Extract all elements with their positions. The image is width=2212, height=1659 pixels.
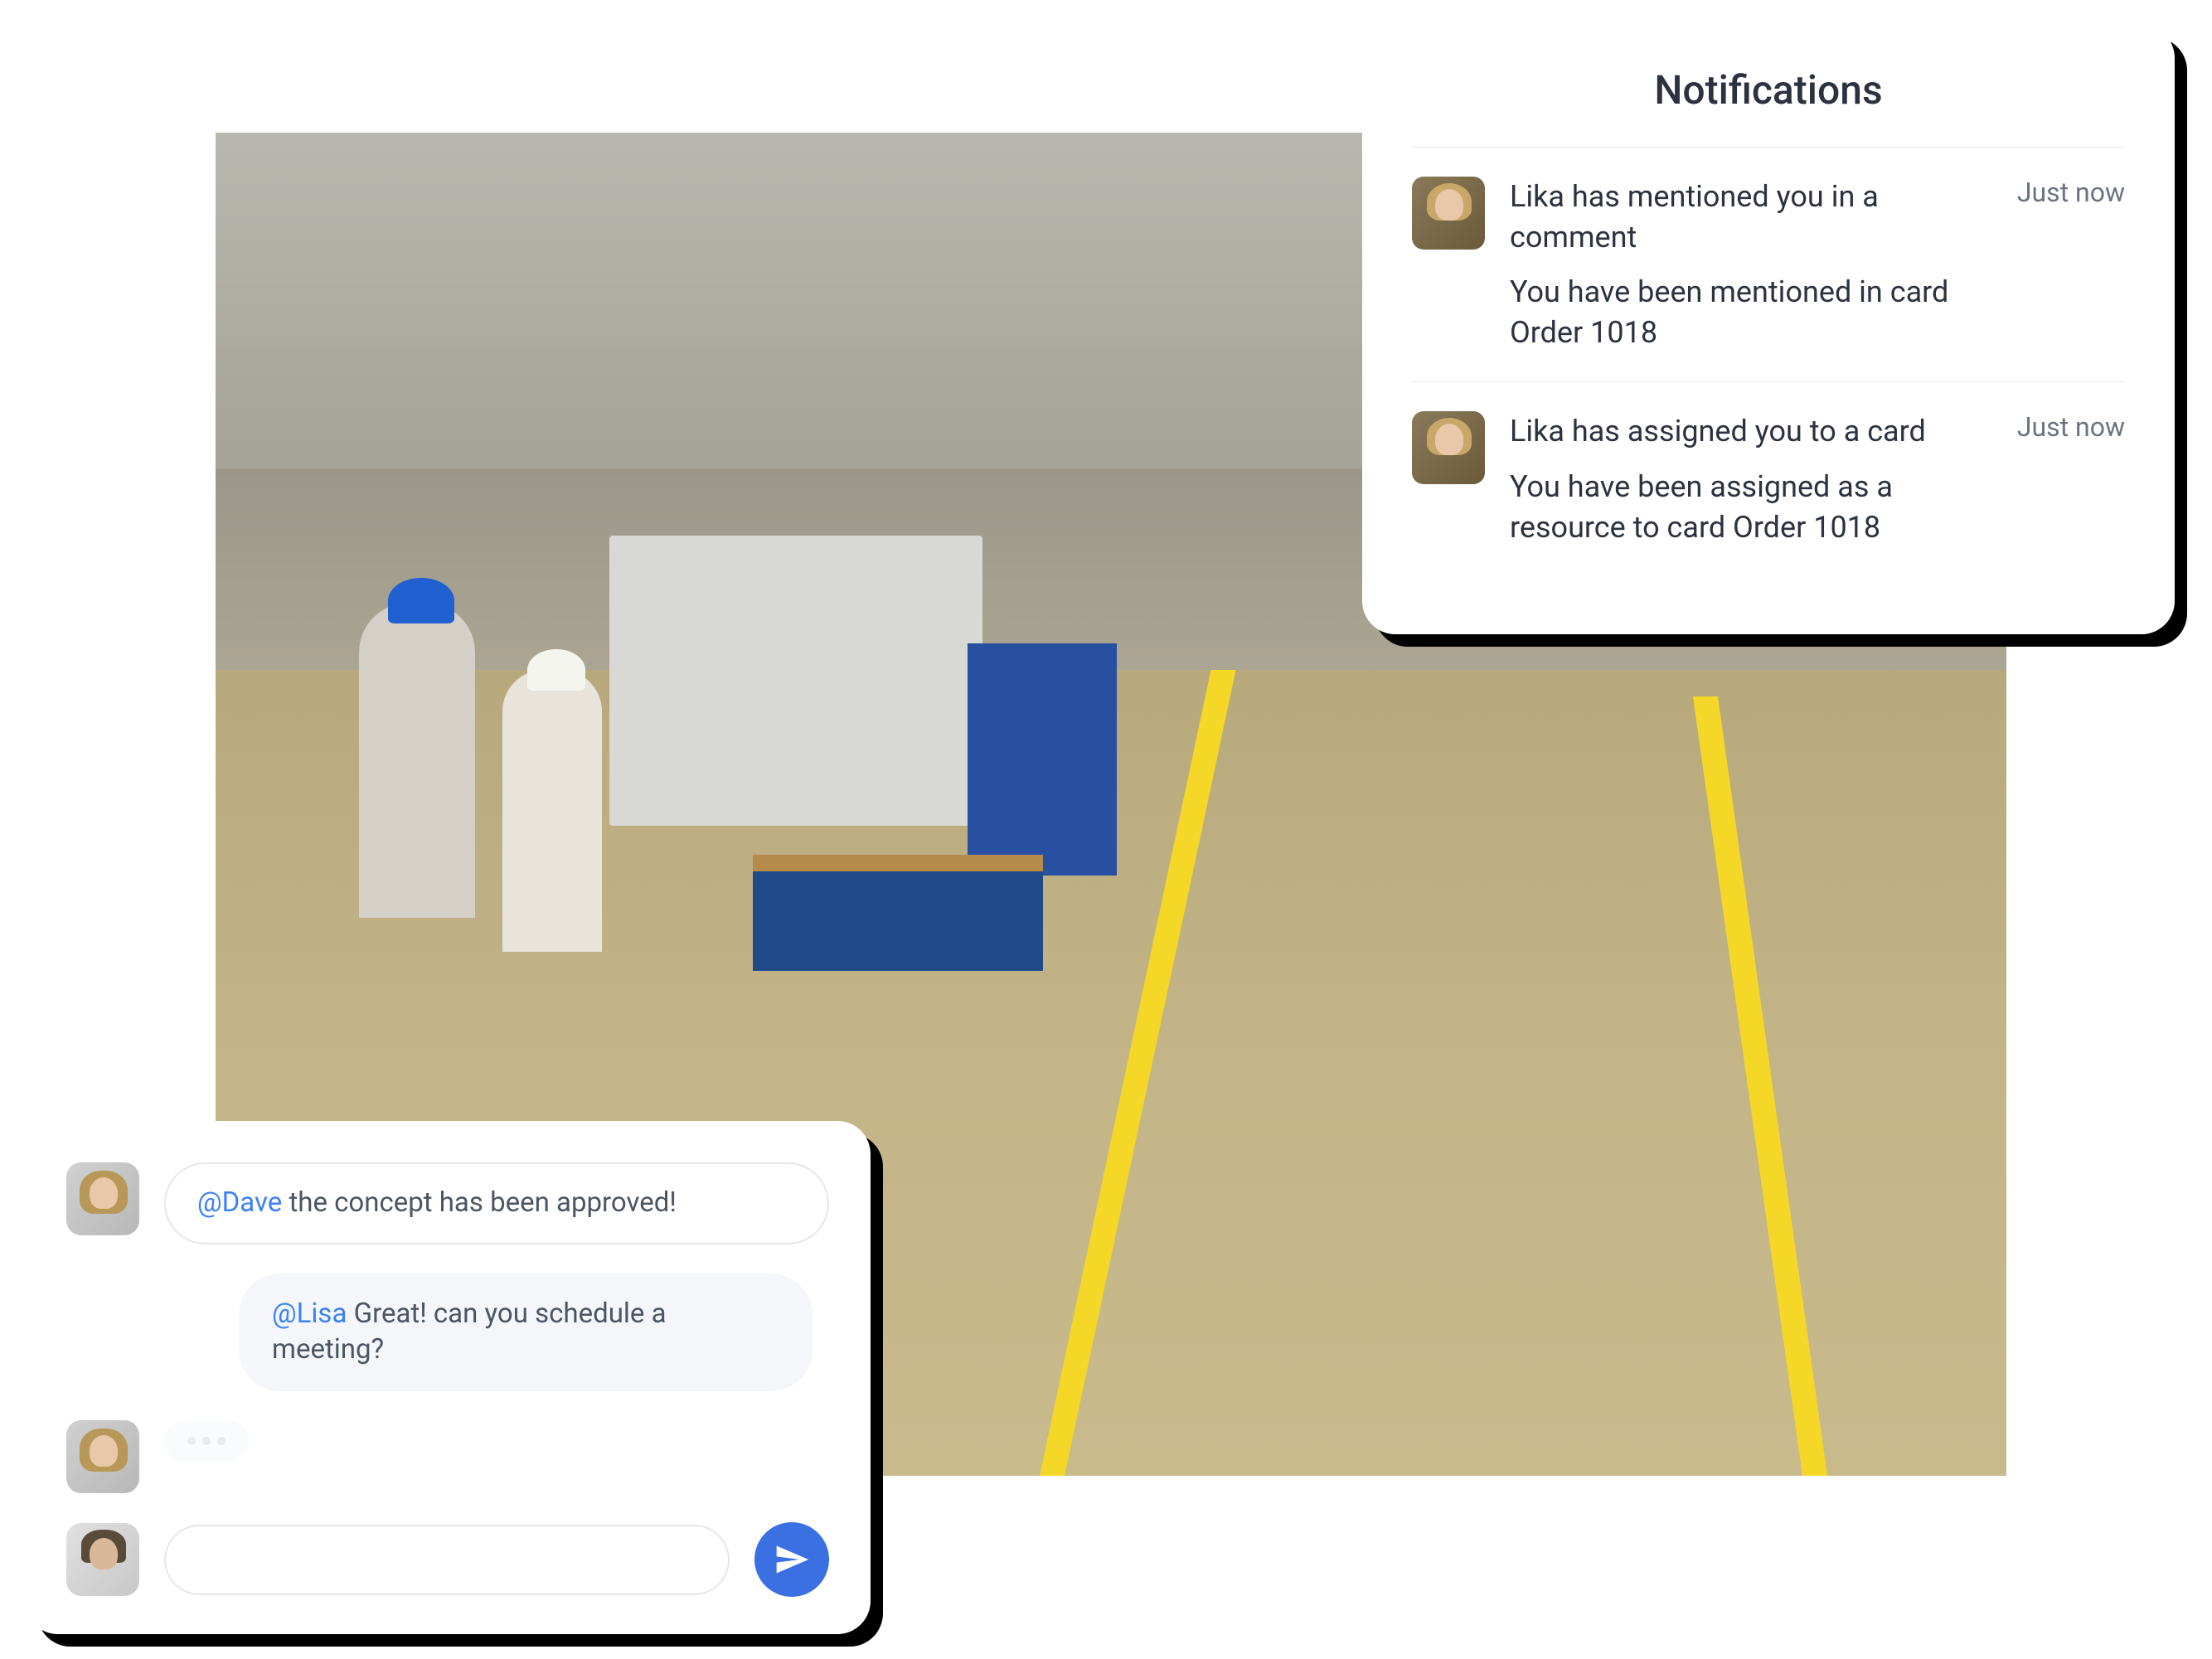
notification-time: Just now bbox=[2017, 177, 2125, 208]
typing-indicator bbox=[164, 1420, 249, 1462]
chat-typing-row bbox=[66, 1420, 829, 1493]
chat-bubble[interactable]: @Dave the concept has been approved! bbox=[164, 1162, 829, 1244]
notifications-panel: Notifications Lika has mentioned you in … bbox=[1362, 25, 2175, 634]
notification-body: You have been mentioned in card Order 10… bbox=[1510, 272, 2125, 352]
send-icon bbox=[774, 1541, 810, 1578]
chat-input-row bbox=[66, 1522, 829, 1597]
notification-item[interactable]: Lika has mentioned you in a comment Just… bbox=[1412, 148, 2125, 381]
send-button[interactable] bbox=[754, 1522, 829, 1597]
avatar bbox=[1412, 411, 1485, 484]
notification-time: Just now bbox=[2017, 411, 2125, 443]
chat-bubble-reply[interactable]: @Lisa Great! can you schedule a meeting? bbox=[239, 1273, 813, 1391]
factory-machinery bbox=[609, 536, 982, 826]
chat-input[interactable] bbox=[164, 1525, 730, 1595]
worker-white-helmet bbox=[502, 670, 602, 952]
notification-content: Lika has assigned you to a card Just now… bbox=[1510, 411, 2125, 547]
chat-message-row: @Lisa Great! can you schedule a meeting? bbox=[66, 1273, 829, 1391]
message-text: the concept has been approved! bbox=[282, 1186, 677, 1219]
notification-item[interactable]: Lika has assigned you to a card Just now… bbox=[1412, 382, 2125, 576]
notification-content: Lika has mentioned you in a comment Just… bbox=[1510, 177, 2125, 352]
avatar bbox=[1412, 177, 1485, 250]
avatar bbox=[66, 1523, 139, 1596]
mention[interactable]: @Dave bbox=[197, 1186, 282, 1219]
notification-title-text: Lika has mentioned you in a comment bbox=[1510, 177, 2001, 257]
factory-panel bbox=[968, 643, 1117, 876]
notification-title-text: Lika has assigned you to a card bbox=[1510, 411, 2001, 452]
chat-message-row: @Dave the concept has been approved! bbox=[66, 1162, 829, 1244]
chat-panel: @Dave the concept has been approved! @Li… bbox=[25, 1121, 871, 1634]
factory-workbench bbox=[753, 871, 1043, 971]
notifications-title: Notifications bbox=[1412, 66, 2125, 114]
avatar bbox=[66, 1162, 139, 1235]
avatar bbox=[66, 1420, 139, 1493]
worker-blue-helmet bbox=[359, 603, 475, 918]
notification-body: You have been assigned as a resource to … bbox=[1510, 467, 2125, 547]
mention[interactable]: @Lisa bbox=[272, 1298, 347, 1330]
